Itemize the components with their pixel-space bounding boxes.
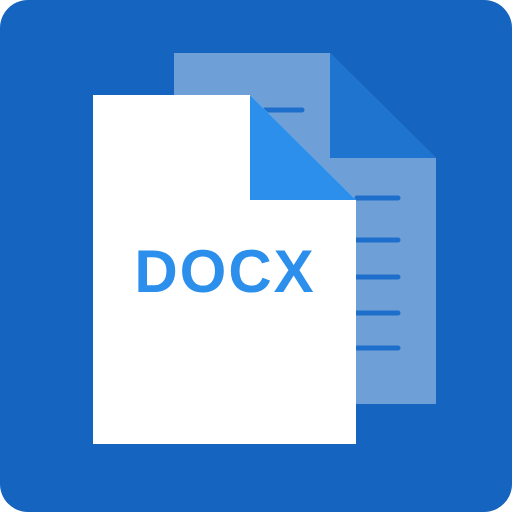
docx-app-icon: DOCX bbox=[0, 0, 512, 512]
docx-file-icon: DOCX bbox=[0, 0, 512, 512]
file-type-label: DOCX bbox=[134, 238, 315, 305]
